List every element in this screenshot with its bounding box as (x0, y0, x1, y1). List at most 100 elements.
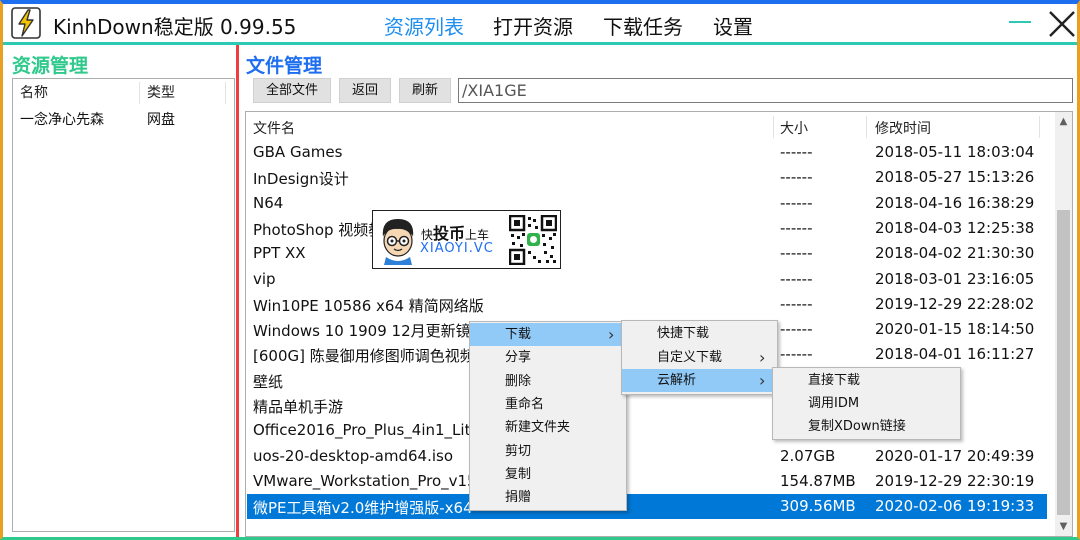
file-name: Windows 10 1909 12月更新镜像 (253, 322, 486, 340)
file-modified-time: 2018-05-27 15:13:26 (875, 168, 1035, 186)
file-name: vip (253, 270, 276, 288)
file-size: ------ (780, 168, 813, 186)
column-separator (225, 82, 226, 104)
table-row[interactable]: vip ------ 2018-03-01 23:16:05 (247, 267, 1047, 292)
file-modified-time: 2019-12-29 22:28:02 (875, 295, 1035, 313)
menu-item-new-folder[interactable]: 新建文件夹 (470, 416, 624, 439)
column-header-filename[interactable]: 文件名 (253, 118, 295, 138)
menu-item-label: 分享 (505, 350, 532, 366)
resource-list[interactable]: 名称 类型 一念净心先森 网盘 (12, 78, 235, 532)
file-modified-time: 2018-04-01 16:11:27 (875, 345, 1035, 363)
menu-item-delete[interactable]: 删除 (470, 370, 624, 393)
column-header-modified[interactable]: 修改时间 (875, 118, 931, 138)
file-name: [600G] 陈曼御用修图师调色视频教程 (253, 347, 505, 365)
table-row[interactable]: N64 ------ 2018-04-16 16:38:29 (247, 191, 1047, 216)
menu-item-direct-download[interactable]: 直接下载 (773, 369, 958, 392)
scrollbar-thumb[interactable] (1057, 210, 1070, 515)
menu-item-label: 直接下载 (808, 373, 861, 388)
menu-item-share[interactable]: 分享 (470, 346, 624, 369)
watermark-text: 快 (421, 228, 434, 242)
resource-panel: 资源管理 名称 类型 一念净心先森 网盘 (3, 45, 236, 537)
file-size: ------ (780, 219, 813, 237)
file-modified-time: 2020-01-15 18:14:50 (875, 320, 1035, 338)
menu-item-donate[interactable]: 捐赠 (470, 486, 624, 509)
file-modified-time: 2019-12-29 22:30:19 (875, 472, 1035, 490)
menu-item-call-idm[interactable]: 调用IDM (773, 392, 958, 415)
tab-download-tasks[interactable]: 下载任务 (603, 11, 683, 40)
cloud-parse-submenu: 直接下载调用IDM 复制XDown链接 (772, 367, 961, 440)
menu-item-label: 云解析 (657, 373, 697, 388)
table-row[interactable]: uos-20-desktop-amd64.iso 2.07GB 2020-01-17… (247, 444, 1047, 469)
minimize-icon[interactable] (1009, 21, 1031, 23)
menu-item-download[interactable]: 下载 › (470, 323, 624, 346)
menu-item-label: 下载 (505, 327, 532, 342)
file-name: VMware_Workstation_Pro_v15. (253, 472, 482, 490)
back-button[interactable]: 返回 (339, 78, 391, 103)
menu-item-label: 剪切 (505, 443, 532, 459)
menu-item-label: 调用IDM (808, 396, 860, 411)
tab-settings[interactable]: 设置 (713, 11, 753, 40)
file-size: ------ (780, 194, 813, 212)
file-name: GBA Games (253, 143, 343, 161)
app-title: KinhDown稳定版 0.99.55 (53, 15, 297, 39)
file-name: N64 (253, 194, 284, 212)
watermark-text: 上车 (465, 228, 490, 242)
tab-resource-list[interactable]: 资源列表 (384, 11, 464, 40)
resource-name[interactable]: 一念净心先森 (20, 109, 104, 129)
menu-item-label: 重命名 (505, 396, 545, 412)
file-modified-time: 2018-04-16 16:38:29 (875, 194, 1035, 212)
submenu-arrow-icon: › (759, 347, 766, 367)
file-name: Office2016_Pro_Plus_4in1_Lite_ (253, 421, 488, 439)
file-size: ------ (780, 345, 813, 363)
file-size: 2.07GB (780, 447, 836, 465)
menu-item-copy-xdown-link[interactable]: 复制XDown链接 (773, 415, 958, 438)
menu-item-copy[interactable]: 复制 (470, 463, 624, 486)
scroll-up-icon[interactable]: ▲ (1055, 113, 1072, 130)
column-separator (1039, 116, 1040, 138)
file-size: 154.87MB (780, 472, 856, 490)
menu-item-label: 快捷下载 (657, 326, 710, 341)
menu-item-label: 捐赠 (505, 490, 532, 506)
file-name: uos-20-desktop-amd64.iso (253, 447, 453, 465)
scroll-down-icon[interactable]: ▼ (1055, 518, 1072, 535)
table-row[interactable]: InDesign设计 ------ 2018-05-27 15:13:26 (247, 165, 1047, 190)
column-header-type[interactable]: 类型 (147, 82, 175, 102)
table-row[interactable]: Win10PE 10586 x64 精简网络版 ------ 2019-12-29 … (247, 292, 1047, 317)
file-name: 精品单机手游 (253, 398, 344, 416)
file-name: PPT XX (253, 244, 306, 262)
context-menu: 下载 › 分享删除重命名新建文件夹剪切复制捐赠 (469, 321, 627, 511)
table-row[interactable]: PhotoShop 视频教程 ------ 2018-04-03 12:25:38 (247, 216, 1047, 241)
menu-item-label: 复制 (505, 466, 532, 482)
column-separator (866, 116, 867, 138)
lightning-icon (11, 7, 41, 39)
file-modified-time: 2020-01-17 20:49:39 (875, 447, 1035, 465)
menu-item-cut[interactable]: 剪切 (470, 440, 624, 463)
close-icon[interactable] (1046, 8, 1078, 40)
title-bar: KinhDown稳定版 0.99.55 资源列表 打开资源 下载任务 设置 (3, 4, 1077, 42)
column-header-size[interactable]: 大小 (780, 118, 808, 138)
panel-divider[interactable] (236, 45, 239, 537)
table-row[interactable]: GBA Games ------ 2018-05-11 18:03:04 (247, 140, 1047, 165)
watermark-badge: 快投币上车 XIAOYI.VC (372, 210, 561, 269)
menu-item-cloud-parse[interactable]: 云解析 › (622, 369, 775, 392)
file-modified-time: 2020-02-06 19:19:33 (875, 497, 1035, 515)
file-modified-time: 2018-05-11 18:03:04 (875, 143, 1035, 161)
table-row[interactable]: VMware_Workstation_Pro_v15. 154.87MB 2019-… (247, 469, 1047, 494)
column-separator (139, 82, 140, 104)
menu-item-quick-download[interactable]: 快捷下载 (622, 322, 775, 345)
column-separator (773, 116, 774, 138)
file-size: ------ (780, 320, 813, 338)
tab-open-resource[interactable]: 打开资源 (493, 11, 573, 40)
menu-item-rename[interactable]: 重命名 (470, 393, 624, 416)
file-modified-time: 2018-04-03 12:25:38 (875, 219, 1035, 237)
refresh-button[interactable]: 刷新 (399, 78, 451, 103)
file-size: ------ (780, 244, 813, 262)
table-row[interactable]: 微PE工具箱v2.0维护增强版-x64- 309.56MB 2020-02-06 1… (247, 494, 1047, 519)
all-files-button[interactable]: 全部文件 (253, 78, 331, 103)
table-row[interactable]: PPT XX ------ 2018-04-02 21:30:30 (247, 241, 1047, 266)
file-name: 微PE工具箱v2.0维护增强版-x64- (253, 499, 479, 517)
path-input[interactable]: /XIA1GE (458, 78, 1073, 103)
menu-item-custom-download[interactable]: 自定义下载 › (622, 346, 775, 369)
column-header-name[interactable]: 名称 (20, 82, 48, 102)
file-name: InDesign设计 (253, 170, 349, 188)
